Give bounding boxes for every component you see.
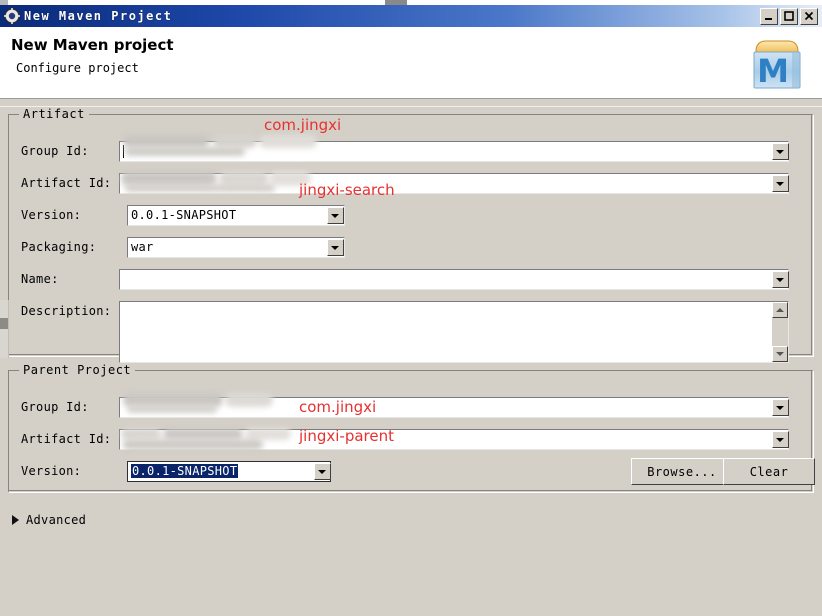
chevron-down-icon bbox=[331, 214, 339, 218]
parent-group-id-row: Group Id: bbox=[9, 393, 813, 419]
parent-version-dropdown-button[interactable] bbox=[314, 463, 331, 480]
artifact-group-id-label: Group Id: bbox=[21, 144, 89, 158]
scrollbar-thumb[interactable] bbox=[0, 318, 8, 329]
description-vertical-scrollbar[interactable] bbox=[771, 302, 788, 362]
artifact-group: Artifact Group Id: Artifact Id: Version:… bbox=[8, 107, 814, 363]
parent-artifact-id-row: Artifact Id: bbox=[9, 428, 813, 451]
artifact-description-textarea[interactable] bbox=[119, 301, 789, 363]
maximize-button[interactable] bbox=[780, 7, 798, 25]
svg-text:M: M bbox=[757, 52, 789, 90]
chevron-down-icon bbox=[776, 438, 784, 442]
artifact-name-label: Name: bbox=[21, 272, 59, 286]
scroll-up-button[interactable] bbox=[772, 302, 788, 318]
page-subtitle: Configure project bbox=[16, 61, 139, 75]
artifact-version-label: Version: bbox=[21, 208, 82, 222]
parent-artifact-id-dropdown-button[interactable] bbox=[772, 431, 789, 448]
parent-artifact-id-label: Artifact Id: bbox=[21, 432, 112, 446]
artifact-group-id-row: Group Id: bbox=[9, 135, 813, 163]
artifact-version-value: 0.0.1-SNAPSHOT bbox=[131, 208, 237, 222]
artifact-version-row: Version: 0.0.1-SNAPSHOT bbox=[9, 205, 813, 227]
artifact-name-row: Name: bbox=[9, 269, 813, 291]
chevron-down-icon bbox=[776, 182, 784, 186]
artifact-packaging-label: Packaging: bbox=[21, 240, 97, 254]
triangle-down-icon bbox=[776, 352, 784, 356]
maven-folder-m-icon: M bbox=[748, 36, 806, 92]
triangle-up-icon bbox=[776, 308, 784, 312]
parent-version-row: Version: 0.0.1-SNAPSHOT Browse... Clear bbox=[9, 458, 815, 485]
annotation-artifact-artifact-id: jingxi-search bbox=[299, 181, 395, 199]
clear-button[interactable]: Clear bbox=[723, 458, 815, 485]
parent-artifact-id-input[interactable] bbox=[119, 429, 789, 450]
page-title: New Maven project bbox=[11, 36, 174, 54]
parent-version-value: 0.0.1-SNAPSHOT bbox=[131, 464, 239, 478]
parent-version-label: Version: bbox=[21, 464, 82, 478]
parent-group-id-dropdown-button[interactable] bbox=[772, 399, 789, 416]
artifact-group-id-dropdown-button[interactable] bbox=[772, 143, 789, 160]
close-button[interactable] bbox=[800, 7, 818, 25]
triangle-right-icon bbox=[12, 515, 19, 525]
new-maven-project-dialog: New Maven Project New Maven project Conf… bbox=[0, 0, 822, 616]
chevron-down-icon bbox=[776, 278, 784, 282]
artifact-name-dropdown-button[interactable] bbox=[772, 271, 789, 288]
annotation-parent-group-id: com.jingxi bbox=[299, 398, 377, 416]
advanced-label: Advanced bbox=[26, 513, 87, 527]
artifact-group-id-caret bbox=[123, 145, 124, 158]
artifact-artifact-id-input[interactable] bbox=[119, 173, 789, 194]
header-separator bbox=[0, 99, 822, 107]
left-edge-scrollbar-artifact[interactable] bbox=[0, 300, 9, 358]
window-controls bbox=[760, 7, 818, 25]
title-bar[interactable]: New Maven Project bbox=[0, 5, 822, 27]
artifact-version-dropdown-button[interactable] bbox=[327, 207, 344, 224]
artifact-packaging-input[interactable]: war bbox=[127, 237, 345, 258]
wizard-header: New Maven project Configure project M bbox=[0, 27, 822, 99]
artifact-name-input[interactable] bbox=[119, 269, 789, 290]
chevron-down-icon bbox=[318, 470, 326, 474]
chevron-down-icon bbox=[776, 406, 784, 410]
artifact-artifact-id-row: Artifact Id: bbox=[9, 171, 813, 195]
artifact-packaging-row: Packaging: war bbox=[9, 237, 813, 259]
chevron-down-icon bbox=[331, 246, 339, 250]
parent-project-group: Parent Project Group Id: Artifact Id: Ve… bbox=[8, 363, 815, 493]
parent-group-id-input[interactable] bbox=[119, 397, 789, 418]
artifact-version-input[interactable]: 0.0.1-SNAPSHOT bbox=[127, 205, 345, 226]
artifact-packaging-value: war bbox=[131, 240, 154, 254]
annotation-parent-artifact-id: jingxi-parent bbox=[299, 427, 394, 445]
artifact-packaging-dropdown-button[interactable] bbox=[327, 239, 344, 256]
parent-group-id-label: Group Id: bbox=[21, 400, 89, 414]
chevron-down-icon bbox=[776, 150, 784, 154]
parent-version-input[interactable]: 0.0.1-SNAPSHOT bbox=[127, 461, 331, 482]
artifact-artifact-id-label: Artifact Id: bbox=[21, 176, 112, 190]
artifact-group-id-input[interactable] bbox=[119, 141, 789, 162]
browse-button[interactable]: Browse... bbox=[631, 458, 733, 485]
parent-project-group-legend: Parent Project bbox=[19, 363, 136, 377]
annotation-artifact-group-id: com.jingxi bbox=[264, 116, 342, 134]
advanced-section-toggle[interactable]: Advanced bbox=[12, 512, 86, 528]
artifact-group-legend: Artifact bbox=[19, 107, 89, 121]
artifact-description-row: Description: bbox=[9, 301, 813, 367]
maven-gear-icon bbox=[4, 8, 20, 24]
minimize-button[interactable] bbox=[760, 7, 778, 25]
window-title: New Maven Project bbox=[24, 9, 173, 23]
artifact-description-label: Description: bbox=[21, 304, 112, 318]
artifact-artifact-id-dropdown-button[interactable] bbox=[772, 175, 789, 192]
scroll-down-button[interactable] bbox=[772, 346, 788, 362]
